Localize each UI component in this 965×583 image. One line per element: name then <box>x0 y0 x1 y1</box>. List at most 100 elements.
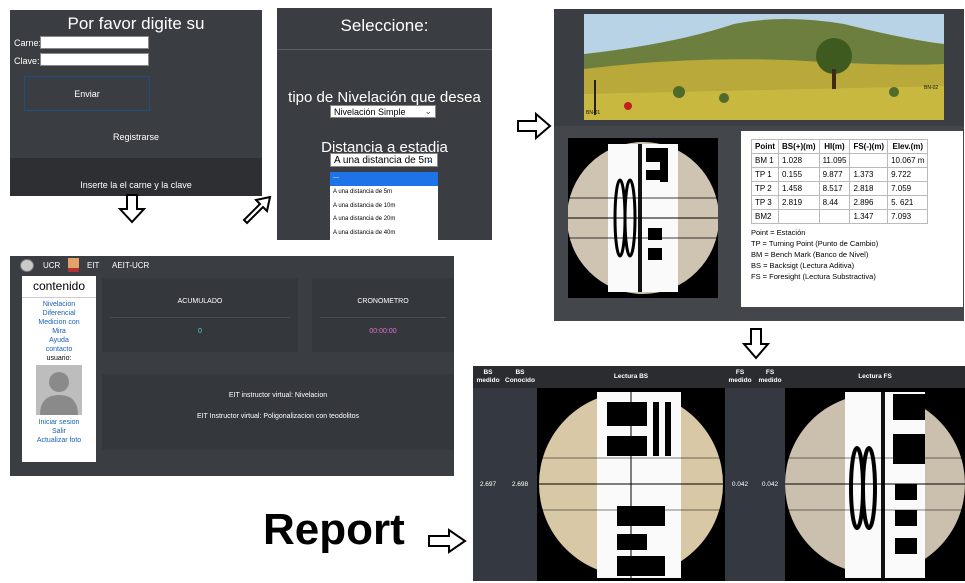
option-item[interactable]: A una distancia de 10m <box>330 200 438 214</box>
table-cell: 1.028 <box>778 153 820 168</box>
marker-bn01: BN-01 <box>586 110 601 116</box>
dashboard-panel: UCR EIT AEIT-UCR contenido Nivelacion Di… <box>10 256 454 476</box>
cronometro-label: CRONOMETRO <box>357 298 409 305</box>
sidebar: contenido Nivelacion Diferencial Medicio… <box>22 276 96 462</box>
clave-label: Clave: <box>14 56 40 66</box>
leveling-select[interactable]: Nivelación Simple ⌄ <box>330 105 436 118</box>
table-row: TP 3 2.819 8.44 2.896 5. 621 <box>751 195 929 210</box>
nav-eit[interactable]: EIT <box>87 261 99 270</box>
sidebar-item-nivelacion[interactable]: Nivelacion <box>22 300 96 309</box>
instructor-link-1[interactable]: EIT instructor virtual: Nivelacion <box>102 392 454 399</box>
table-cell: 5. 621 <box>887 195 929 210</box>
legend-item: TP = Turning Point (Punto de Cambio) <box>751 239 879 248</box>
header-lectura-bs: Lectura BS <box>613 373 649 380</box>
survey-lower: Point BS(+)(m) HI(m) FS(-)(m) Elev.(m) B… <box>554 126 964 321</box>
divider <box>277 49 492 50</box>
leveling-question: tipo de Nivelación que desea <box>288 89 481 106</box>
distance-select-value: A una distancia de 5m <box>334 155 433 166</box>
leveling-select-value: Nivelación Simple <box>334 107 406 117</box>
legend-item: Point = Estación <box>751 228 806 237</box>
header-lectura-fs: Lectura FS <box>858 373 892 380</box>
legend-item: BS = Backsigt (Lectura Aditiva) <box>751 261 855 270</box>
arrow-up-right-icon <box>242 195 272 225</box>
col-header: FS(-)(m) <box>849 139 889 154</box>
sidebar-heading: contenido <box>22 279 96 298</box>
login-panel: Por favor digite su Carne: Clave: Enviar… <box>10 10 262 196</box>
table-cell: 2.896 <box>849 195 889 210</box>
send-button[interactable]: Enviar <box>24 76 150 111</box>
table-cell: TP 2 <box>751 181 779 196</box>
table-cell: 7.059 <box>887 181 929 196</box>
register-link[interactable]: Registrarse <box>10 132 262 142</box>
arrow-down-icon <box>741 328 771 360</box>
option-item[interactable]: A una distancia de 20m <box>330 213 438 227</box>
value-bs-conocido: 2.698 <box>511 481 529 488</box>
value-fs-1: 0.042 <box>731 481 749 488</box>
survey-table: Point BS(+)(m) HI(m) FS(-)(m) Elev.(m) B… <box>751 139 929 224</box>
arrow-right-icon <box>517 112 552 140</box>
table-row: TP 1 0.155 9.877 1.373 9.722 <box>751 167 929 182</box>
chevron-down-icon: ⌄ <box>425 154 434 165</box>
header-fs-medido-2: FS medido <box>758 369 782 384</box>
cronometro-value: 00:00:00 <box>369 328 397 335</box>
ucr-logo-icon <box>20 259 34 272</box>
table-row: TP 2 1.458 8.517 2.818 7.059 <box>751 181 929 196</box>
col-header: Elev.(m) <box>887 139 929 154</box>
table-cell: 9.722 <box>887 167 929 182</box>
sidebar-item-ayuda[interactable]: Ayuda <box>22 336 96 345</box>
col-header: Point <box>751 139 779 154</box>
fs-reticle-image <box>785 388 965 581</box>
sidebar-item-medicion[interactable]: Medicion con <box>22 318 96 327</box>
table-cell: 2.818 <box>849 181 889 196</box>
distance-select[interactable]: A una distancia de 5m ⌄ <box>330 153 438 167</box>
carne-input[interactable] <box>40 36 149 49</box>
sidebar-item-contacto[interactable]: contacto <box>22 345 96 354</box>
landscape-photo <box>584 14 944 120</box>
sidebar-item-update-photo[interactable]: Actualizar foto <box>22 436 96 445</box>
select-panel: Seleccione: tipo de Nivelación que desea… <box>277 8 492 243</box>
arrow-down-icon <box>117 194 147 224</box>
instructor-card: EIT instructor virtual: Nivelacion EIT I… <box>102 374 454 450</box>
clave-input[interactable] <box>40 53 149 66</box>
value-fs-2: 0.042 <box>761 481 779 488</box>
sidebar-item-logout[interactable]: Salir <box>22 427 96 436</box>
arrow-right-icon <box>428 528 467 554</box>
nav-aeit[interactable]: AEIT-UCR <box>112 261 149 270</box>
nav-ucr[interactable]: UCR <box>43 261 60 270</box>
table-cell: 7.093 <box>887 209 929 224</box>
user-avatar <box>36 365 82 415</box>
select-title: Seleccione: <box>340 16 429 35</box>
value-bs-medido: 2.697 <box>479 481 497 488</box>
survey-view-panel: BN-01 BN-02 Point BS(+)(m) HI(m) FS(-)(m… <box>554 9 964 321</box>
table-cell: 9.877 <box>818 167 851 182</box>
bs-reticle-image <box>537 388 725 581</box>
user-label: usuario: <box>46 355 72 362</box>
table-cell: TP 1 <box>751 167 779 182</box>
acumulado-card: ACUMULADO 0 <box>102 278 298 352</box>
distance-options-list: --- A una distancia de 5m A una distanci… <box>330 172 438 243</box>
option-item[interactable]: --- <box>330 172 438 186</box>
survey-table-card: Point BS(+)(m) HI(m) FS(-)(m) Elev.(m) B… <box>741 131 963 307</box>
table-cell: TP 3 <box>751 195 779 210</box>
option-item[interactable]: A una distancia de 40m <box>330 227 438 241</box>
card-divider <box>320 317 446 318</box>
card-divider <box>110 317 290 318</box>
table-cell <box>849 153 889 168</box>
table-cell: 1.458 <box>778 181 820 196</box>
sidebar-item-mira[interactable]: Mira <box>22 327 96 336</box>
top-nav: UCR EIT AEIT-UCR <box>10 256 454 274</box>
table-cell: 8.44 <box>818 195 851 210</box>
marker-bn02: BN-02 <box>924 85 939 91</box>
table-cell: BM2 <box>751 209 779 224</box>
avatar-small-icon <box>68 258 79 272</box>
table-row: BM2 1.347 7.093 <box>751 209 929 224</box>
table-cell: 1.347 <box>849 209 889 224</box>
legend-item: BM = Bench Mark (Banco de Nivel) <box>751 250 869 259</box>
header-bs-medido: BS medido <box>476 369 500 384</box>
instructor-link-2[interactable]: EIT Instructor virtual: Poligonalizacion… <box>102 413 454 420</box>
option-item[interactable]: A una distancia de 5m <box>330 186 438 200</box>
login-footer: Inserte la el carne y la clave <box>10 158 262 196</box>
sidebar-item-diferencial[interactable]: Diferencial <box>22 309 96 318</box>
sidebar-item-login[interactable]: Iniciar sesion <box>22 418 96 427</box>
carne-label: Carne: <box>14 38 42 48</box>
